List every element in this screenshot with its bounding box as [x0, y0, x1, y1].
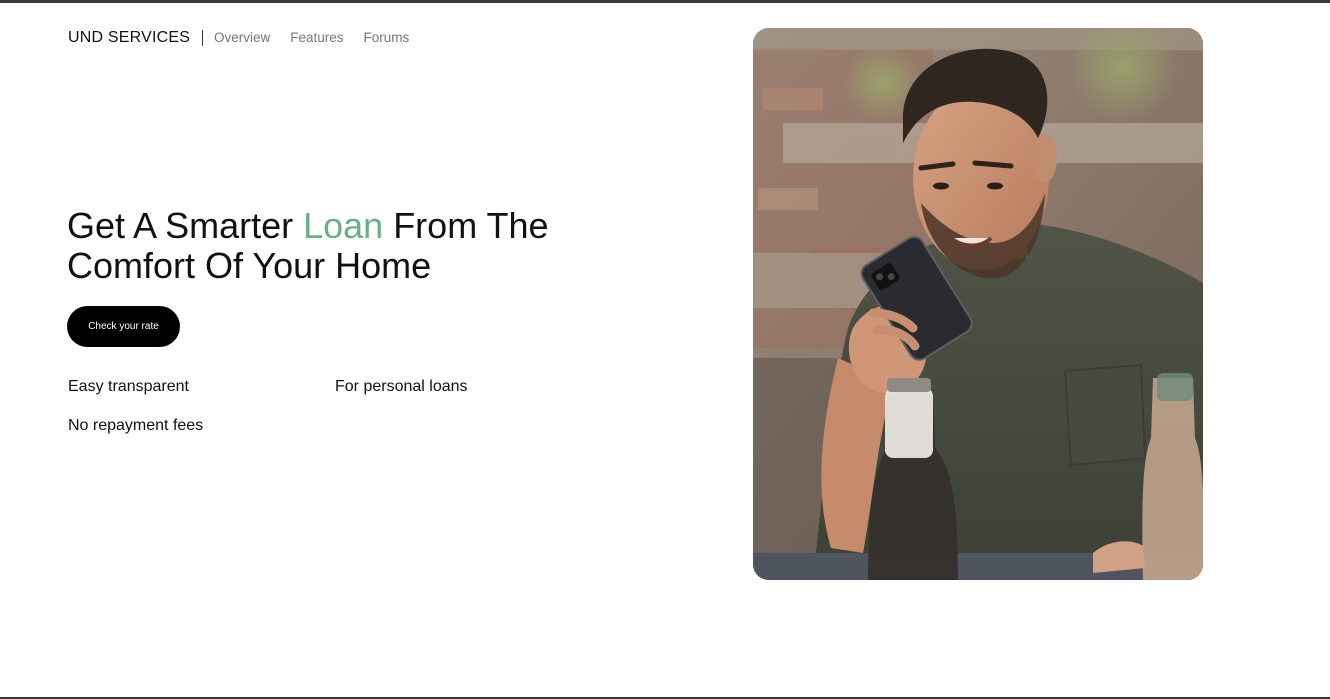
top-border — [0, 0, 1330, 3]
hero-title: Get A Smarter Loan From The Comfort Of Y… — [67, 206, 627, 286]
nav-link-features[interactable]: Features — [290, 30, 343, 45]
check-rate-button[interactable]: Check your rate — [67, 306, 180, 347]
man-talking-on-phone-photo — [753, 28, 1203, 580]
hero-photo — [753, 28, 1203, 580]
nav-link-forums[interactable]: Forums — [364, 30, 410, 45]
brand-logo-text[interactable]: UND SERVICES — [68, 29, 190, 47]
nav-link-overview[interactable]: Overview — [214, 30, 270, 45]
feature-no-repayment-fees: No repayment fees — [68, 417, 204, 434]
main-nav: Overview Features Forums — [214, 30, 409, 45]
nav-divider — [202, 30, 203, 46]
hero-title-start: Get A Smarter — [67, 205, 304, 246]
feature-personal-loans: For personal loans — [335, 378, 468, 395]
feature-easy-transparent: Easy transparent — [68, 378, 189, 395]
hero-title-accent: Loan — [303, 205, 384, 246]
